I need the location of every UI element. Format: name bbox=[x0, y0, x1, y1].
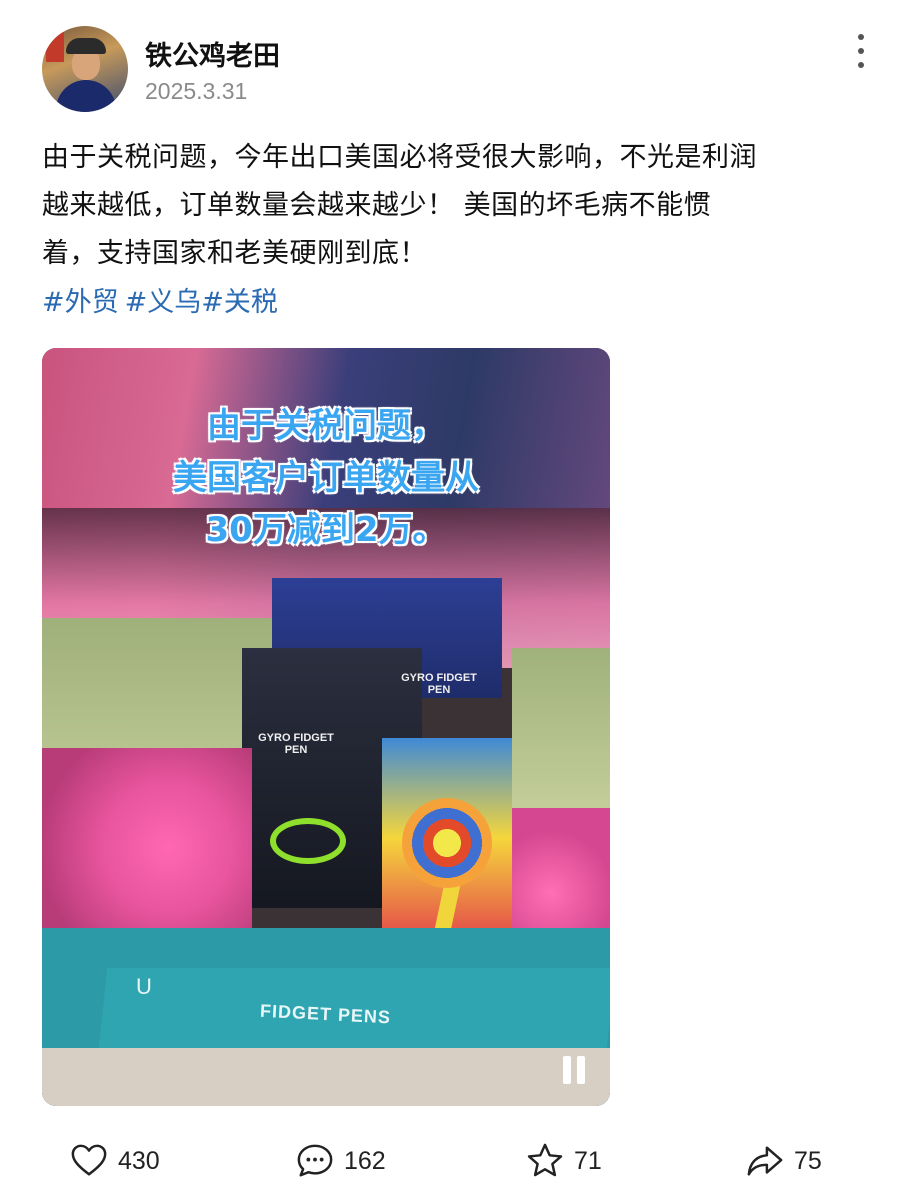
video-caption-line: 30万减到2万。 bbox=[205, 510, 447, 550]
video-scene-pink-toys bbox=[42, 748, 252, 948]
video-caption-overlay: 由于关税问题， 美国客户订单数量从 30万减到2万。 bbox=[42, 400, 610, 556]
post-header: 铁公鸡老田 2025.3.31 bbox=[42, 26, 882, 116]
more-dot-icon bbox=[858, 34, 864, 40]
post-body-line: 着，支持国家和老美硬刚到底！ bbox=[42, 238, 427, 269]
video-scene-spinner bbox=[402, 798, 492, 888]
share-icon bbox=[747, 1146, 783, 1176]
comment-count: 162 bbox=[344, 1146, 386, 1175]
video-pack-label: GYRO FIDGET PEN bbox=[258, 732, 334, 756]
share-button[interactable]: 75 bbox=[746, 1136, 822, 1186]
favorite-count: 71 bbox=[574, 1146, 602, 1175]
post-body-line: 由于关税问题，今年出口美国必将受很大影响，不光是利润 bbox=[42, 142, 757, 173]
heart-icon bbox=[71, 1144, 107, 1176]
hashtag-link[interactable]: #外贸 bbox=[42, 287, 119, 318]
more-options-button[interactable] bbox=[854, 34, 868, 68]
video-caption-line: 由于关税问题， bbox=[207, 406, 445, 446]
post-action-bar: 430 162 71 75 bbox=[0, 1136, 908, 1186]
post-date: 2025.3.31 bbox=[145, 78, 248, 104]
video-box-logo: U bbox=[136, 974, 152, 999]
hashtag-list: #外贸 #义乌#关税 bbox=[42, 280, 284, 319]
author-name[interactable]: 铁公鸡老田 bbox=[145, 34, 280, 73]
share-count: 75 bbox=[794, 1146, 822, 1175]
more-dot-icon bbox=[858, 48, 864, 54]
post-body-line: 越来越低，订单数量会越来越少！ 美国的坏毛病不能惯 bbox=[42, 190, 712, 221]
hashtag-link[interactable]: #义乌#关税 bbox=[125, 287, 278, 318]
avatar-background-sign bbox=[46, 32, 64, 62]
video-scene-green-ring bbox=[270, 818, 346, 864]
pause-icon[interactable] bbox=[561, 1056, 587, 1084]
avatar[interactable] bbox=[42, 26, 128, 112]
comment-icon bbox=[297, 1144, 333, 1177]
post-body: 由于关税问题，今年出口美国必将受很大影响，不光是利润 越来越低，订单数量会越来越… bbox=[42, 134, 872, 278]
avatar-shirt bbox=[56, 80, 116, 112]
video-player[interactable]: GYRO FIDGET PEN GYRO FIDGET PEN U FIDGET… bbox=[42, 348, 610, 1106]
like-button[interactable]: 430 bbox=[70, 1136, 160, 1186]
video-caption-line: 美国客户订单数量从 bbox=[173, 458, 479, 498]
avatar-cap bbox=[66, 38, 106, 54]
video-scene-table bbox=[42, 1048, 610, 1106]
video-pack-label: GYRO FIDGET PEN bbox=[401, 672, 477, 696]
like-count: 430 bbox=[118, 1146, 160, 1175]
more-dot-icon bbox=[858, 62, 864, 68]
comment-button[interactable]: 162 bbox=[296, 1136, 386, 1186]
favorite-button[interactable]: 71 bbox=[526, 1136, 602, 1186]
star-icon bbox=[527, 1143, 563, 1177]
